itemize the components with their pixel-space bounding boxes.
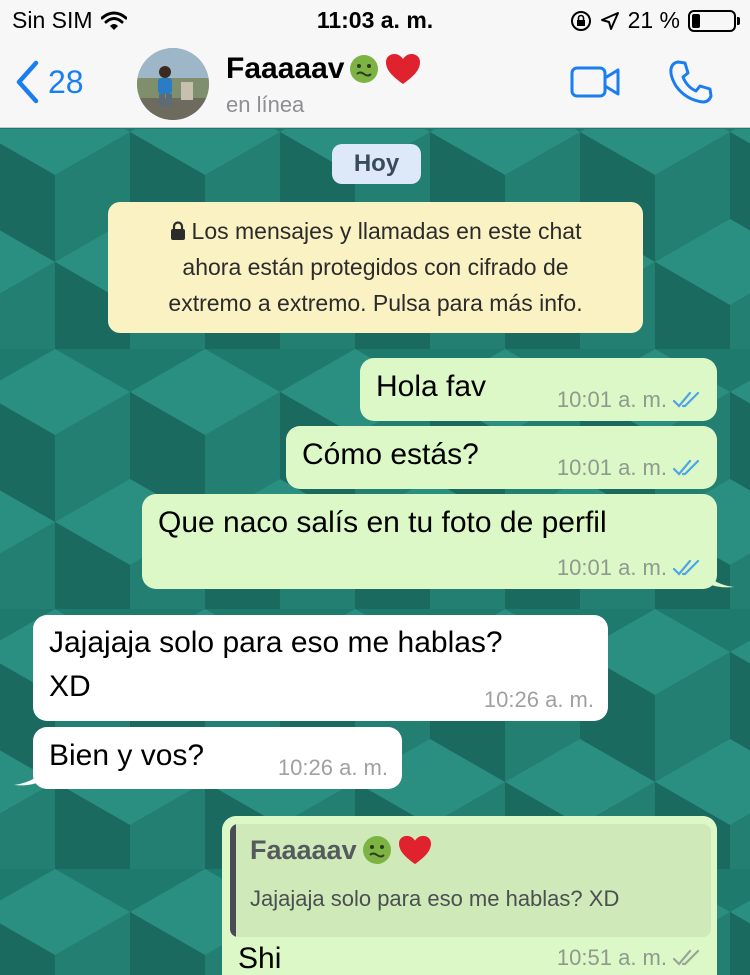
encryption-notice-text-1: Los mensajes y llamadas en este chat — [191, 218, 582, 244]
message-outgoing-reply[interactable]: Faaaaav Jajajaja solo para eso me hablas… — [222, 816, 717, 975]
message-text: Que naco salís en tu foto de perfil — [158, 506, 607, 539]
quoted-sender: Faaaaav — [250, 834, 433, 866]
unread-count: 28 — [48, 63, 84, 100]
message-text: Cómo estás? — [302, 438, 479, 471]
red-heart-emoji-icon — [386, 54, 421, 84]
message-meta: 10:01 a. m. — [557, 387, 703, 413]
message-meta: 10:01 a. m. — [557, 555, 703, 581]
chat-area[interactable]: Hoy Los mensajes y llamadas en este chat… — [0, 129, 750, 975]
quote-bar — [230, 824, 236, 937]
double-check-read-icon — [673, 559, 700, 576]
message-meta: 10:51 a. m. — [557, 945, 703, 971]
quoted-sender-name: Faaaaav — [250, 834, 357, 865]
back-button[interactable]: 28 — [14, 60, 84, 104]
message-text: Hola fav — [376, 370, 487, 403]
message-time: 10:26 a. m. — [483, 687, 594, 712]
message-time: 10:26 a. m. — [277, 755, 388, 780]
battery-percent: 21 % — [627, 7, 680, 33]
phone-icon[interactable] — [668, 59, 714, 105]
nauseated-face-emoji-icon — [350, 55, 379, 83]
quoted-message[interactable]: Faaaaav Jajajaja solo para eso me hablas… — [230, 824, 711, 937]
chat-header: 28 Faaaaav en línea — [0, 40, 750, 128]
message-text-line-2: XD — [49, 670, 91, 703]
contact-name-text: Faaaaav — [226, 52, 345, 85]
nauseated-face-emoji-icon — [362, 836, 391, 864]
battery-icon — [688, 9, 740, 32]
contact-status: en línea — [226, 92, 305, 117]
message-outgoing[interactable]: Hola fav 10:01 a. m. — [360, 358, 717, 421]
message-time: 10:51 a. m. — [556, 945, 667, 970]
encryption-notice-line-1: Los mensajes y llamadas en este chat — [108, 213, 643, 249]
status-bar: Sin SIM 11:03 a. m. 21 % — [0, 0, 750, 40]
video-call-icon[interactable] — [570, 62, 622, 102]
date-separator: Hoy — [332, 144, 421, 184]
orientation-lock-icon — [570, 10, 591, 31]
location-arrow-icon — [600, 11, 619, 30]
message-text: Jajajaja solo para eso me hablas? XD — [49, 621, 503, 709]
message-time: 10:01 a. m. — [556, 555, 667, 580]
message-incoming[interactable]: Jajajaja solo para eso me hablas? XD 10:… — [33, 615, 608, 721]
message-meta: 10:26 a. m. — [278, 755, 388, 781]
message-time: 10:01 a. m. — [556, 455, 667, 480]
double-check-read-icon — [673, 459, 700, 476]
encryption-notice[interactable]: Los mensajes y llamadas en este chat aho… — [108, 202, 643, 333]
message-text: Bien y vos? — [49, 739, 205, 772]
contact-name[interactable]: Faaaaav — [226, 52, 422, 86]
message-text: Shi — [238, 942, 282, 975]
red-heart-emoji-icon — [398, 835, 431, 865]
message-outgoing[interactable]: Cómo estás? 10:01 a. m. — [286, 426, 717, 489]
message-incoming[interactable]: Bien y vos? 10:26 a. m. — [33, 727, 402, 789]
lock-icon — [170, 221, 185, 240]
encryption-notice-line-2: ahora están protegidos con cifrado de — [182, 254, 569, 280]
message-text-line-1: Jajajaja solo para eso me hablas? — [49, 626, 503, 659]
avatar[interactable] — [137, 48, 209, 120]
message-meta: 10:01 a. m. — [557, 455, 703, 481]
message-outgoing[interactable]: Que naco salís en tu foto de perfil 10:0… — [142, 494, 717, 589]
avatar-photo — [137, 48, 209, 120]
quoted-text: Jajajaja solo para eso me hablas? XD — [250, 886, 620, 911]
message-meta: 10:26 a. m. — [484, 687, 594, 713]
double-check-read-icon — [673, 391, 700, 408]
battery-level — [692, 13, 700, 28]
double-check-icon — [673, 949, 700, 966]
status-bar-right: 21 % — [570, 7, 740, 34]
message-time: 10:01 a. m. — [556, 387, 667, 412]
back-chevron-icon — [16, 60, 39, 104]
encryption-notice-line-3: extremo a extremo. Pulsa para más info. — [168, 290, 583, 316]
